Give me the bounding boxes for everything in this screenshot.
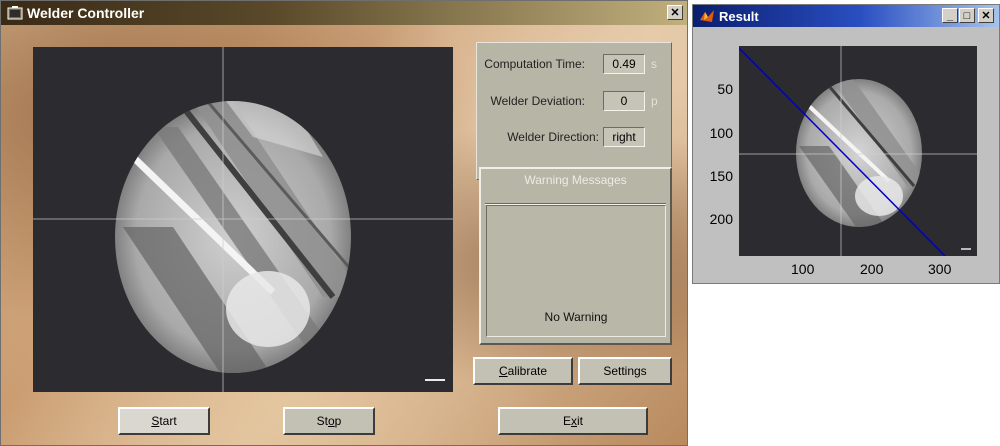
computation-time-label: Computation Time: [484,57,585,71]
camera-view [33,47,453,392]
exit-button[interactable]: Ex it [498,407,648,435]
y-tick-label: 150 [709,168,733,184]
maximize-icon: □ [963,10,971,22]
settings-button[interactable]: Settings [578,357,672,385]
minimize-icon: _ [946,10,954,22]
matlab-icon [699,8,715,24]
main-close-button[interactable]: ✕ [667,5,683,20]
y-tick-label: 100 [709,125,733,141]
main-window-title: Welder Controller [27,5,145,21]
y-tick-label: 50 [717,81,733,97]
app-icon [7,5,23,21]
computation-time-value: 0.49 [603,54,645,74]
x-tick-label: 300 [928,261,952,277]
warning-messages-group: Warning Messages No Warning [479,167,672,345]
start-button[interactable]: Start [118,407,210,435]
welder-direction-row: Welder Direction: right [477,126,671,148]
main-client-area: Computation Time: 0.49 s Welder Deviatio… [1,25,687,445]
minimize-button[interactable]: _ [942,8,958,23]
result-titlebar[interactable]: Result _ □ ✕ [693,5,999,27]
welder-deviation-label: Welder Deviation: [490,94,586,108]
stop-button[interactable]: St o p [283,407,375,435]
status-panel: Computation Time: 0.49 s Welder Deviatio… [476,42,672,180]
result-close-button[interactable]: ✕ [978,8,994,23]
result-image [739,46,977,256]
welder-direction-label: Welder Direction: [507,130,599,144]
close-icon: ✕ [981,10,991,22]
result-plot-axes [739,46,977,256]
calibrate-button[interactable]: Calibrate [473,357,573,385]
warning-message-text: No Warning [544,310,608,324]
y-tick-label: 200 [709,211,733,227]
welder-deviation-value: 0 [603,91,645,111]
welder-controller-window: Welder Controller ✕ Computation Time: 0.… [0,0,688,446]
welder-direction-value: right [603,127,645,147]
maximize-button[interactable]: □ [959,8,975,23]
x-tick-label: 200 [860,261,884,277]
computation-time-unit: s [651,57,657,71]
main-titlebar[interactable]: Welder Controller ✕ [1,1,687,25]
x-tick-label: 100 [791,261,815,277]
result-window-title: Result [719,8,759,24]
warning-messages-title: Warning Messages [524,173,627,187]
result-window: Result _ □ ✕ 50 100 150 200 100 200 300 [692,4,1000,284]
welder-deviation-unit: p [651,94,658,108]
warning-message-box: No Warning [486,205,666,337]
weld-camera-image [33,47,453,392]
close-icon: ✕ [670,7,680,19]
welder-deviation-row: Welder Deviation: 0 p [477,90,671,112]
computation-time-row: Computation Time: 0.49 s [477,53,671,75]
